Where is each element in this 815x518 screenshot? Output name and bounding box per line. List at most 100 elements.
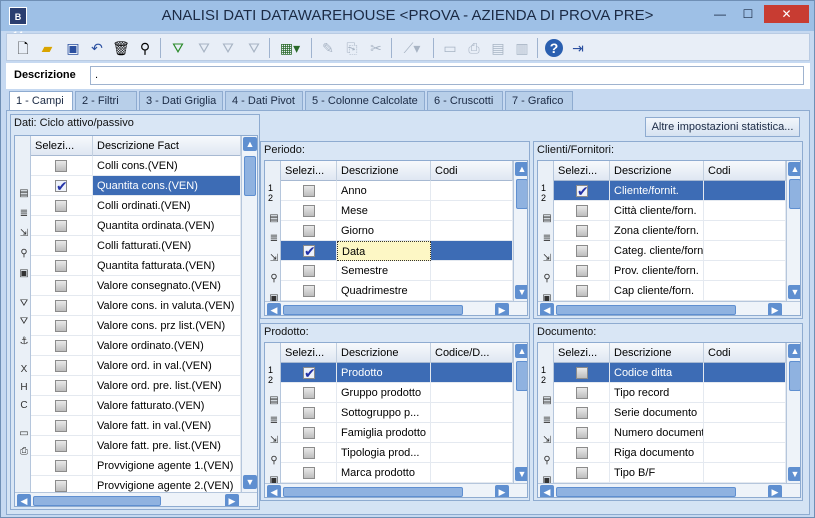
col-header[interactable]: Descrizione bbox=[610, 343, 704, 363]
select-checkbox[interactable] bbox=[576, 245, 588, 257]
scroll-left-icon[interactable]: ◀ bbox=[267, 303, 281, 315]
select-checkbox[interactable] bbox=[55, 420, 67, 432]
tab-dati-pivot[interactable]: 4 - Dati Pivot bbox=[225, 91, 303, 111]
col-header[interactable]: Selezi... bbox=[554, 343, 610, 363]
select-checkbox[interactable] bbox=[55, 220, 67, 232]
side-tool-icon[interactable]: ▤ bbox=[268, 213, 280, 225]
scroll-left-icon[interactable]: ◀ bbox=[540, 303, 554, 315]
help-icon[interactable]: ? bbox=[545, 39, 563, 57]
select-checkbox[interactable] bbox=[576, 205, 588, 217]
periodo-hscroll[interactable]: ◀ ▶ bbox=[265, 301, 527, 315]
prodotto-hscroll[interactable]: ◀ ▶ bbox=[265, 483, 527, 497]
side-list-icon[interactable]: ≣ bbox=[541, 415, 553, 427]
select-checkbox[interactable] bbox=[303, 205, 315, 217]
clienti-row[interactable]: Cliente/fornit. bbox=[554, 181, 786, 201]
col-selezi[interactable]: Selezi... bbox=[31, 136, 93, 156]
hscroll-thumb[interactable] bbox=[33, 496, 161, 506]
tab-colonne-calcolate[interactable]: 5 - Colonne Calcolate bbox=[305, 91, 425, 111]
scroll-left-icon[interactable]: ◀ bbox=[17, 494, 31, 506]
col-header[interactable]: Selezi... bbox=[554, 161, 610, 181]
scroll-right-icon[interactable]: ▶ bbox=[495, 303, 509, 315]
save-icon[interactable]: ▣ bbox=[62, 37, 84, 59]
side-import-icon[interactable]: ⇲ bbox=[268, 253, 280, 265]
col-header[interactable]: Descrizione bbox=[337, 161, 431, 181]
select-checkbox[interactable] bbox=[55, 380, 67, 392]
periodo-row[interactable]: Mese bbox=[281, 201, 513, 221]
prodotto-vscroll[interactable]: ▲ ▼ bbox=[513, 343, 527, 483]
select-checkbox[interactable] bbox=[576, 265, 588, 277]
scroll-thumb[interactable] bbox=[516, 179, 527, 209]
select-checkbox[interactable] bbox=[55, 440, 67, 452]
filter-add-icon[interactable]: ⛛ bbox=[167, 37, 189, 59]
fact-row[interactable]: Provvigione agente 2.(VEN) bbox=[31, 476, 241, 492]
clienti-row[interactable]: Categ. cliente/forn. bbox=[554, 241, 786, 261]
minimize-icon[interactable]: — bbox=[707, 5, 733, 23]
prodotto-row[interactable]: Tipologia prod... bbox=[281, 443, 513, 463]
side-import-icon[interactable]: ⇲ bbox=[268, 435, 280, 447]
scroll-left-icon[interactable]: ◀ bbox=[267, 485, 281, 497]
side-search-icon[interactable]: ⚲ bbox=[268, 273, 280, 285]
fact-hscroll[interactable]: ◀ ▶ bbox=[15, 492, 257, 506]
periodo-row[interactable]: Quadrimestre bbox=[281, 281, 513, 301]
select-checkbox[interactable] bbox=[576, 387, 588, 399]
periodo-vscroll[interactable]: ▲ ▼ bbox=[513, 161, 527, 301]
open-icon[interactable]: ▰ bbox=[36, 37, 58, 59]
side-filter-icon[interactable]: ⛛ bbox=[18, 298, 30, 310]
scroll-up-icon[interactable]: ▲ bbox=[788, 344, 800, 358]
side-import-icon[interactable]: ⇲ bbox=[18, 228, 30, 240]
col-header[interactable]: Codice/D... bbox=[431, 343, 513, 363]
documento-vscroll[interactable]: ▲ ▼ bbox=[786, 343, 800, 483]
prodotto-row[interactable]: Prodotto bbox=[281, 363, 513, 383]
scroll-right-icon[interactable]: ▶ bbox=[768, 485, 782, 497]
documento-row[interactable]: Serie documento bbox=[554, 403, 786, 423]
select-checkbox[interactable] bbox=[55, 480, 67, 492]
documento-row[interactable]: Tipo record bbox=[554, 383, 786, 403]
side-h-icon[interactable]: H bbox=[18, 382, 30, 394]
documento-hscroll[interactable]: ◀ ▶ bbox=[538, 483, 800, 497]
scroll-down-icon[interactable]: ▼ bbox=[515, 467, 527, 481]
fact-row[interactable]: Quantita ordinata.(VEN) bbox=[31, 216, 241, 236]
scroll-up-icon[interactable]: ▲ bbox=[515, 162, 527, 176]
side-search-icon[interactable]: ⚲ bbox=[541, 455, 553, 467]
fact-row[interactable]: Provvigione agente 1.(VEN) bbox=[31, 456, 241, 476]
scroll-down-icon[interactable]: ▼ bbox=[515, 285, 527, 299]
col-header[interactable]: Descrizione bbox=[610, 161, 704, 181]
maximize-icon[interactable]: ☐ bbox=[735, 5, 761, 23]
select-checkbox[interactable] bbox=[576, 285, 588, 297]
new-icon[interactable]: 🗋 bbox=[12, 37, 34, 59]
select-checkbox[interactable] bbox=[303, 241, 316, 260]
select-checkbox[interactable] bbox=[303, 265, 315, 277]
select-checkbox[interactable] bbox=[576, 407, 588, 419]
documento-row[interactable]: Codice ditta bbox=[554, 363, 786, 383]
side-tool-icon[interactable]: ▤ bbox=[268, 395, 280, 407]
side-tool-icon[interactable]: ▤ bbox=[541, 213, 553, 225]
clienti-vscroll[interactable]: ▲ ▼ bbox=[786, 161, 800, 301]
hscroll-thumb[interactable] bbox=[556, 487, 736, 497]
fact-row[interactable]: Valore ord. in val.(VEN) bbox=[31, 356, 241, 376]
scroll-left-icon[interactable]: ◀ bbox=[540, 485, 554, 497]
scroll-thumb[interactable] bbox=[516, 361, 527, 391]
select-checkbox[interactable] bbox=[303, 363, 316, 382]
grid-dropdown-icon[interactable]: ▦▾ bbox=[275, 37, 305, 59]
select-checkbox[interactable] bbox=[55, 200, 67, 212]
documento-row[interactable]: Riga documento bbox=[554, 443, 786, 463]
prodotto-row[interactable]: Gruppo prodotto bbox=[281, 383, 513, 403]
col-header[interactable]: Selezi... bbox=[281, 161, 337, 181]
side-monitor-icon[interactable]: ▭ bbox=[18, 428, 30, 440]
periodo-row[interactable]: Giorno bbox=[281, 221, 513, 241]
clienti-row[interactable]: Cap cliente/forn. bbox=[554, 281, 786, 301]
col-header[interactable]: Codi bbox=[431, 161, 513, 181]
select-checkbox[interactable] bbox=[55, 240, 67, 252]
fact-row[interactable]: Colli cons.(VEN) bbox=[31, 156, 241, 176]
side-anchor-icon[interactable]: ⚓ bbox=[18, 336, 30, 348]
select-checkbox[interactable] bbox=[55, 320, 67, 332]
side-tool-icon[interactable]: ▤ bbox=[18, 188, 30, 200]
tab-filtri[interactable]: 2 - Filtri bbox=[75, 91, 137, 111]
select-checkbox[interactable] bbox=[576, 225, 588, 237]
scroll-right-icon[interactable]: ▶ bbox=[768, 303, 782, 315]
side-x-icon[interactable]: X bbox=[18, 364, 30, 376]
fact-row[interactable]: Colli ordinati.(VEN) bbox=[31, 196, 241, 216]
fact-row[interactable]: Valore fatt. in val.(VEN) bbox=[31, 416, 241, 436]
prodotto-row[interactable]: Marca prodotto bbox=[281, 463, 513, 483]
tab-grafico[interactable]: 7 - Grafico bbox=[505, 91, 573, 111]
